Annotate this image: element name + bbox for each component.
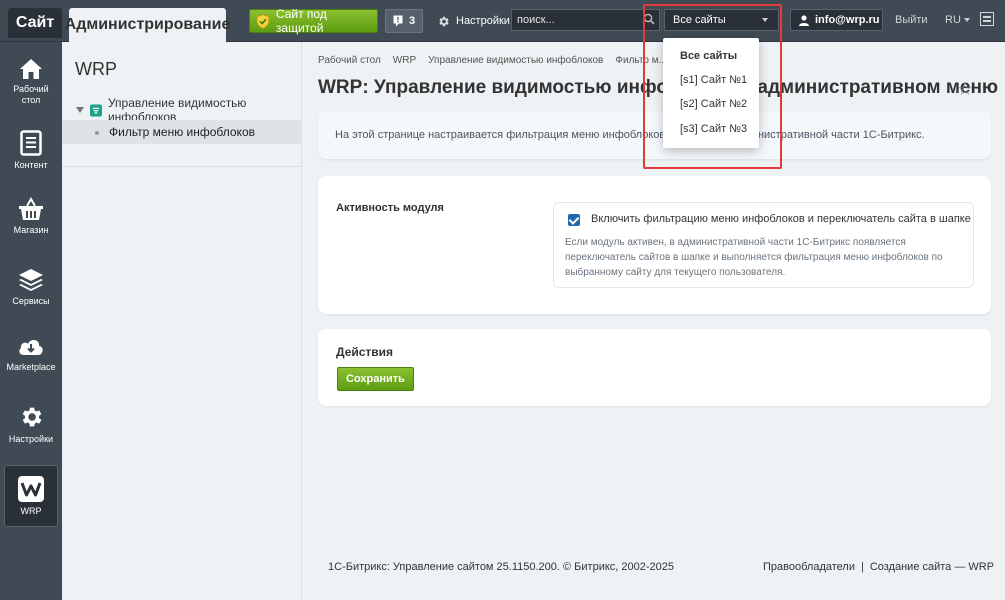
site-option-all[interactable]: Все сайты — [680, 50, 737, 62]
nav-marketplace-label: Marketplace — [6, 362, 56, 372]
search-box — [511, 9, 660, 31]
main-menu: Рабочий стол Контент Магазин Сервисы Mar… — [0, 42, 62, 600]
breadcrumb-item[interactable]: Фильтр м... — [615, 55, 667, 66]
wrp-logo-icon — [18, 476, 44, 502]
footer-copyright: 1С-Битрикс: Управление сайтом 25.1150.20… — [328, 561, 675, 573]
document-icon — [20, 130, 42, 156]
side-panel: WRP Управление видимостью инфоблоков Фил… — [62, 42, 302, 600]
module-settings-card: Активность модуля Включить фильтрацию ме… — [318, 176, 991, 314]
site-switcher-dropdown: Все сайты [s1] Сайт №1 [s2] Сайт №2 [s3]… — [663, 38, 759, 148]
basket-icon — [19, 197, 43, 220]
breadcrumb: Рабочий стол WRP Управление видимостью и… — [318, 55, 667, 66]
notifications-button[interactable]: 3 — [385, 9, 423, 33]
nav-settings-label: Настройки — [8, 434, 54, 444]
module-activity-label: Активность модуля — [336, 202, 444, 214]
site-secure-button[interactable]: Сайт под защитой — [249, 7, 378, 35]
footer-separator: | — [860, 561, 864, 573]
help-text: Если модуль активен, в административной … — [565, 237, 943, 278]
top-bar: Сайт Администрирование Сайт под защитой … — [0, 0, 1005, 42]
breadcrumb-item[interactable]: Управление видимостью инфоблоков — [428, 55, 603, 66]
breadcrumb-item[interactable]: WRP — [393, 55, 416, 66]
panel-toggle-icon[interactable] — [980, 12, 994, 26]
language-value: RU — [945, 14, 961, 26]
nav-desktop-label: Рабочий стол — [13, 84, 49, 105]
search-icon[interactable] — [643, 13, 655, 25]
settings-label: Настройки — [456, 15, 510, 27]
module-icon — [90, 104, 102, 116]
divider — [62, 166, 302, 167]
chevron-down-icon[interactable] — [76, 107, 84, 113]
shield-check-icon — [256, 13, 270, 29]
site-option-s1[interactable]: [s1] Сайт №1 — [680, 74, 747, 86]
notification-icon — [393, 15, 403, 27]
layers-icon — [19, 269, 43, 291]
site-option-s2[interactable]: [s2] Сайт №2 — [680, 98, 747, 110]
gear-icon — [22, 407, 42, 427]
actions-card: Действия Сохранить — [318, 329, 991, 406]
nav-shop-label: Магазин — [13, 225, 49, 235]
nav-content[interactable]: Контент — [4, 130, 58, 170]
home-icon — [20, 59, 42, 79]
actions-title: Действия — [336, 345, 394, 359]
tab-administration[interactable]: Администрирование — [65, 8, 230, 42]
cloud-download-icon — [19, 340, 43, 355]
user-icon — [799, 14, 809, 26]
info-text: На этой странице настраивается фильтраци… — [335, 129, 925, 141]
page-title: WRP: Управление видимостью инфоблоков в … — [318, 77, 999, 98]
footer-link-wrp[interactable]: Создание сайта — WRP — [870, 561, 994, 573]
side-panel-title: WRP — [75, 59, 117, 79]
site-secure-label: Сайт под защитой — [275, 7, 327, 35]
gear-icon — [439, 16, 449, 26]
chevron-down-icon — [762, 18, 768, 22]
tab-site[interactable]: Сайт — [8, 8, 62, 38]
search-input[interactable] — [512, 10, 632, 30]
breadcrumb-item[interactable]: Рабочий стол — [318, 55, 381, 66]
site-switcher-select[interactable]: Все сайты — [664, 9, 779, 31]
user-button[interactable]: info@wrp.ru — [790, 9, 883, 31]
module-option-box: Включить фильтрацию меню инфоблоков и пе… — [553, 202, 974, 288]
nav-settings[interactable]: Настройки — [4, 404, 58, 444]
nav-shop[interactable]: Магазин — [4, 197, 58, 235]
nav-desktop[interactable]: Рабочий стол — [4, 58, 58, 106]
nav-marketplace[interactable]: Marketplace — [4, 336, 58, 372]
footer-links: Правообладатели | Создание сайта — WRP — [763, 561, 994, 573]
language-select[interactable]: RU — [945, 14, 970, 26]
nav-wrp[interactable]: WRP — [4, 465, 58, 527]
notifications-count: 3 — [408, 15, 416, 27]
footer-link-rights[interactable]: Правообладатели — [763, 561, 855, 573]
nav-wrp-label: WRP — [20, 506, 42, 516]
nav-content-label: Контент — [14, 160, 48, 170]
info-card: На этой странице настраивается фильтраци… — [318, 111, 991, 159]
enable-filter-label[interactable]: Включить фильтрацию меню инфоблоков и пе… — [591, 213, 971, 225]
nav-services-label: Сервисы — [12, 296, 50, 306]
nav-services[interactable]: Сервисы — [4, 268, 58, 306]
user-email: info@wrp.ru — [815, 14, 880, 26]
save-button[interactable]: Сохранить — [337, 367, 414, 391]
enable-filter-checkbox[interactable] — [568, 214, 580, 226]
chevron-down-icon — [963, 18, 970, 23]
settings-link[interactable]: Настройки — [437, 10, 510, 32]
star-icon[interactable]: ☆ — [957, 79, 973, 100]
site-option-s3[interactable]: [s3] Сайт №3 — [680, 123, 747, 135]
site-switcher-value: Все сайты — [673, 14, 726, 26]
logout-link[interactable]: Выйти — [895, 14, 928, 26]
tree-item-menu-filter-label: Фильтр меню инфоблоков — [109, 125, 255, 139]
tree-item-menu-filter[interactable]: Фильтр меню инфоблоков — [62, 120, 302, 144]
